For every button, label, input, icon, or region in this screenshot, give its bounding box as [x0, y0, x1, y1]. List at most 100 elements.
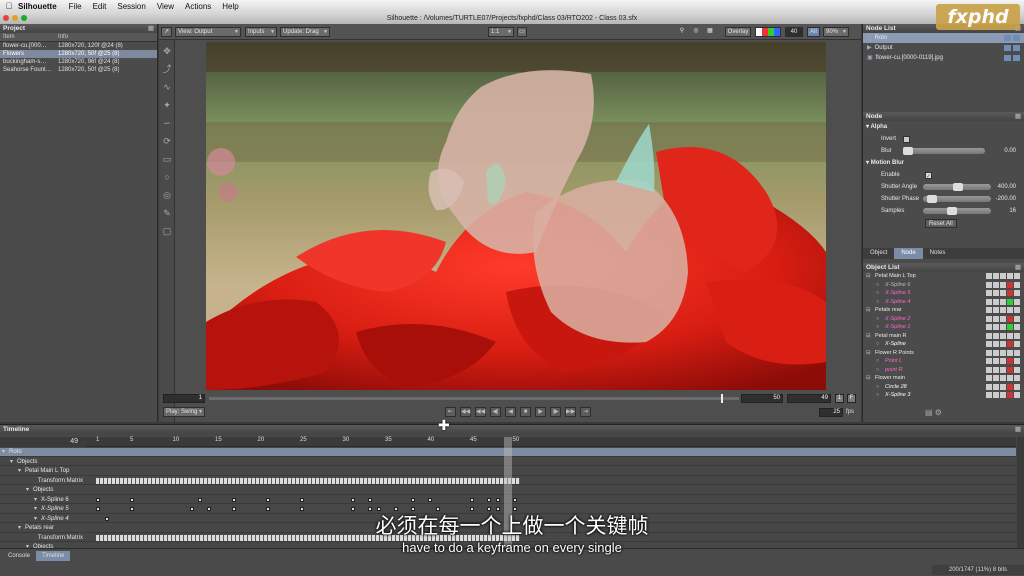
tab-node[interactable]: Node: [894, 248, 923, 259]
object-switches[interactable]: [986, 332, 1020, 339]
search-icon[interactable]: ⚲: [677, 27, 687, 37]
keyframe[interactable]: [410, 497, 415, 502]
tracker-tool-icon[interactable]: ◎: [162, 190, 172, 200]
disclosure-icon[interactable]: ▾: [2, 448, 5, 457]
keyframe[interactable]: [232, 497, 236, 502]
enable-checkbox[interactable]: ✓: [925, 172, 932, 180]
disclosure-icon[interactable]: ⊟: [866, 272, 871, 281]
object-switches[interactable]: [986, 358, 1020, 364]
project-row[interactable]: buckingham-s… 1280x720, 96f @24 (8): [0, 58, 157, 66]
disclosure-icon[interactable]: ⊟: [866, 374, 871, 383]
object-switches[interactable]: [986, 290, 1020, 296]
object-row[interactable]: ○ point R: [863, 366, 1024, 375]
node-item-roto[interactable]: ◇ Roto: [863, 33, 1024, 43]
panel-options-icon[interactable]: ▩: [1015, 425, 1021, 434]
play-icon[interactable]: ▶: [535, 407, 546, 417]
stop-icon[interactable]: ■: [520, 407, 531, 417]
current-frame-field[interactable]: 49: [787, 394, 831, 403]
bspline-tool-icon[interactable]: ∿: [162, 82, 172, 92]
target-icon[interactable]: ◎: [691, 27, 701, 37]
object-group-row[interactable]: ⊟ Petals rear: [863, 306, 1024, 315]
shutter-phase-handle[interactable]: [927, 195, 937, 203]
keyframe[interactable]: [487, 497, 491, 502]
add-layer-icon[interactable]: ▤: [925, 408, 933, 417]
keyframe[interactable]: [130, 497, 134, 502]
motion-blur-section[interactable]: ▾ Motion Blur: [863, 157, 1024, 169]
panel-options-icon[interactable]: ▩: [148, 24, 154, 33]
project-row[interactable]: flower-cu.[000… 1280x720, 120f @24 (8): [0, 42, 157, 50]
close-window-button[interactable]: [3, 15, 9, 21]
menu-edit[interactable]: Edit: [93, 2, 107, 11]
shape-icon[interactable]: ○: [876, 357, 879, 366]
shape-icon[interactable]: ○: [876, 281, 879, 290]
object-row[interactable]: ○ Circle 28: [863, 383, 1024, 392]
tab-notes[interactable]: Notes: [923, 248, 953, 259]
node-toggles[interactable]: [1004, 45, 1020, 51]
object-switches[interactable]: [986, 315, 1020, 322]
menu-actions[interactable]: Actions: [185, 2, 211, 11]
object-row[interactable]: ○ X-Spline: [863, 340, 1024, 349]
disclosure-icon[interactable]: ⊟: [866, 349, 871, 358]
ratio-select[interactable]: 1:1 ▼: [488, 27, 514, 37]
start-frame-field[interactable]: 1: [163, 394, 205, 403]
disclosure-icon[interactable]: ▾: [18, 467, 21, 476]
magnetic-tool-icon[interactable]: ⟳: [162, 136, 172, 146]
keyframe[interactable]: [198, 497, 202, 502]
panel-options-icon[interactable]: ▩: [1015, 263, 1021, 272]
playhead-marker[interactable]: [721, 394, 723, 403]
menu-view[interactable]: View: [157, 2, 174, 11]
next-key-icon[interactable]: ▶▶: [565, 407, 576, 417]
object-switches[interactable]: [986, 392, 1020, 398]
object-row[interactable]: ○ X-Spline 1: [863, 323, 1024, 332]
prev-key-icon[interactable]: ◀◀: [460, 407, 471, 417]
object-switches[interactable]: [986, 341, 1020, 347]
object-group-row[interactable]: ⊟ Petal Main L Top: [863, 272, 1024, 281]
disclosure-icon[interactable]: ⊟: [866, 332, 871, 341]
timeline-slider[interactable]: [209, 397, 739, 400]
zoom-window-button[interactable]: [21, 15, 27, 21]
disclosure-icon[interactable]: ▾: [26, 486, 29, 495]
shape-icon[interactable]: ○: [876, 289, 879, 298]
shutter-phase-slider[interactable]: [923, 195, 991, 203]
object-switches[interactable]: [986, 307, 1020, 313]
keyframe[interactable]: [300, 497, 304, 502]
keyframe[interactable]: [266, 497, 270, 502]
circle-tool-icon[interactable]: ○: [162, 172, 172, 182]
project-row[interactable]: Seahorse Fount… 1280x720, 50f @25 (8): [0, 66, 157, 74]
pointer-tool-icon[interactable]: ↗: [161, 27, 172, 37]
node-toggles[interactable]: [1004, 35, 1020, 41]
col-item[interactable]: Item: [0, 33, 55, 41]
menu-session[interactable]: Session: [117, 2, 145, 11]
play-mode-select[interactable]: Play: Swing ▼: [163, 407, 205, 417]
shutter-angle-handle[interactable]: [953, 183, 963, 191]
blur-value[interactable]: 0.00: [1004, 145, 1016, 157]
object-switches[interactable]: [986, 366, 1020, 373]
view-select[interactable]: View: Output ▼: [175, 27, 241, 37]
grid-icon[interactable]: ▦: [705, 27, 715, 37]
disclosure-icon[interactable]: ▾: [10, 458, 13, 467]
step-back-icon[interactable]: ◀|: [490, 407, 501, 417]
tab-object[interactable]: Object: [863, 248, 894, 259]
disclosure-icon[interactable]: ⊟: [866, 306, 871, 315]
samples-slider[interactable]: [923, 207, 991, 215]
keyframe-strip[interactable]: [96, 477, 520, 484]
keyframe[interactable]: [368, 497, 372, 502]
object-switches[interactable]: [986, 349, 1020, 356]
node-item-output[interactable]: ▶ Output: [863, 43, 1024, 53]
menu-file[interactable]: File: [69, 2, 82, 11]
bezier-tool-icon[interactable]: ∽: [162, 118, 172, 128]
samples-value[interactable]: 16: [1009, 205, 1016, 217]
object-group-row[interactable]: ⊟ Flower R Points: [863, 349, 1024, 358]
app-menu[interactable]: Silhouette: [18, 2, 57, 11]
end-frame-field[interactable]: 50: [741, 394, 783, 403]
settings-icon[interactable]: ⚙: [935, 408, 942, 417]
object-switches[interactable]: [986, 273, 1020, 279]
object-row[interactable]: ○ X-Spline 5: [863, 289, 1024, 298]
shape-icon[interactable]: ○: [876, 298, 879, 307]
object-row[interactable]: ○ X-Spline 2: [863, 315, 1024, 324]
col-info[interactable]: Info: [55, 33, 68, 41]
monitor-icon[interactable]: ▭: [517, 27, 527, 37]
keyframe[interactable]: [351, 497, 355, 502]
viewer-image[interactable]: [206, 42, 826, 390]
object-switches[interactable]: [986, 281, 1020, 288]
